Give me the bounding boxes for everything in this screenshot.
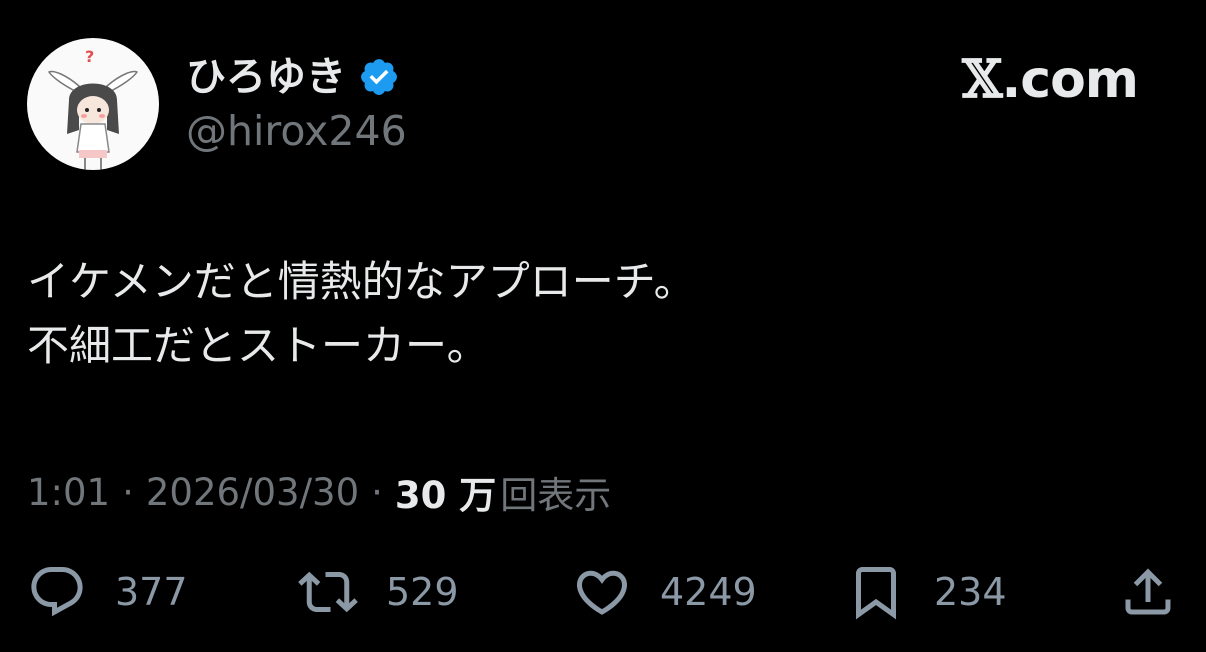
x-brand-logo: 𝕏.com — [962, 49, 1139, 111]
share-icon — [1125, 568, 1171, 615]
svg-text:?: ? — [85, 47, 94, 66]
tweet-text: イケメンだと情熱的なアプローチ。 不細工だとストーカー。 — [27, 250, 1177, 378]
heart-icon — [576, 570, 628, 615]
views-count[interactable]: 30 万 — [395, 465, 496, 519]
repost-icon — [298, 571, 358, 613]
action-bar: 377 529 4249 234 — [0, 560, 1206, 624]
meta-separator: · — [371, 470, 383, 514]
author-handle[interactable]: @hirox246 — [186, 106, 407, 156]
repost-count: 529 — [386, 570, 459, 614]
tweet-meta: 1:01 · 2026/03/30 · 30 万 回表示 — [27, 466, 611, 518]
tweet-line: イケメンだと情熱的なアプローチ。 — [27, 257, 696, 306]
bookmark-count: 234 — [934, 570, 1007, 614]
like-button[interactable]: 4249 — [572, 560, 757, 624]
like-count: 4249 — [660, 570, 757, 614]
author-name-row[interactable]: ひろゆき — [186, 52, 400, 102]
tweet-line: 不細工だとストーカー。 — [27, 321, 489, 370]
reply-count: 377 — [115, 570, 188, 614]
repost-button[interactable]: 529 — [298, 560, 459, 624]
tweet-time[interactable]: 1:01 — [27, 471, 110, 514]
bookmark-icon — [856, 567, 896, 620]
reply-icon — [31, 567, 83, 617]
avatar[interactable]: ? — [27, 38, 159, 170]
share-button[interactable] — [1118, 560, 1178, 624]
bookmark-button[interactable]: 234 — [846, 560, 1007, 624]
author-display-name[interactable]: ひろゆき — [186, 52, 346, 102]
verified-badge-icon — [361, 59, 397, 95]
views-label: 回表示 — [500, 474, 612, 517]
brand-domain: .com — [1001, 50, 1139, 110]
bunny-ear-girl-avatar-icon: ? — [47, 47, 139, 170]
x-logo-icon: 𝕏 — [962, 49, 1002, 110]
meta-separator: · — [122, 470, 134, 514]
tweet-date[interactable]: 2026/03/30 — [146, 471, 359, 514]
reply-button[interactable]: 377 — [27, 560, 188, 624]
